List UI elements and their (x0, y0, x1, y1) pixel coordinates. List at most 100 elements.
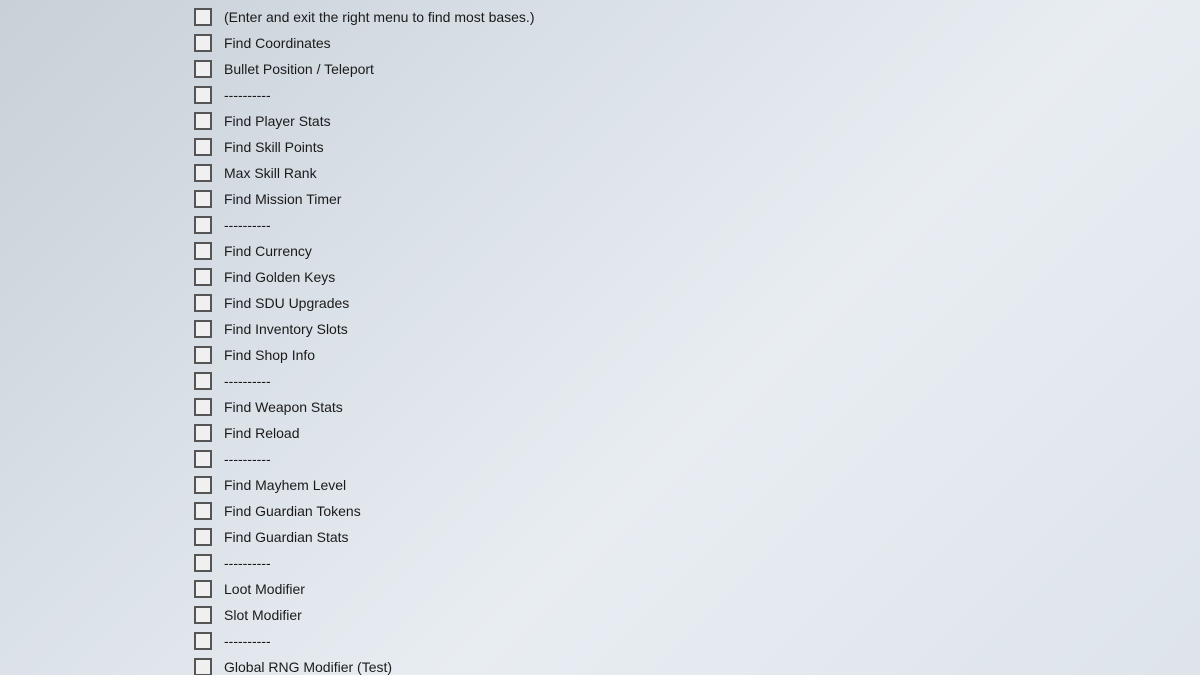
separator-checkbox[interactable] (194, 450, 212, 468)
item-checkbox[interactable] (194, 268, 212, 286)
item-checkbox[interactable] (194, 242, 212, 260)
item-checkbox[interactable] (194, 346, 212, 364)
checkbox-area (0, 658, 220, 675)
list-row: Find Guardian Tokens </div> (0, 498, 1200, 524)
item-label: Find Inventory Slots (220, 321, 1080, 337)
checkbox-area (0, 268, 220, 286)
separator-checkbox-area (0, 450, 220, 468)
separator-row: ---------- (0, 446, 1200, 472)
list-row: Find Player Stats </div> (0, 108, 1200, 134)
checkbox-area (0, 528, 220, 546)
list-row: Loot Modifier </div> (0, 576, 1200, 602)
separator-checkbox-area (0, 372, 220, 390)
separator-label: ---------- (220, 217, 1200, 233)
item-checkbox[interactable] (194, 424, 212, 442)
checkbox-area (0, 476, 220, 494)
list-row: Bullet Position / Teleport </div> (0, 56, 1200, 82)
item-checkbox[interactable] (194, 658, 212, 675)
item-label: Find Guardian Tokens (220, 503, 1080, 519)
separator-checkbox[interactable] (194, 86, 212, 104)
item-checkbox[interactable] (194, 528, 212, 546)
intro-label: (Enter and exit the right menu to find m… (220, 9, 1200, 25)
separator-label: ---------- (220, 373, 1200, 389)
checkbox-area (0, 502, 220, 520)
item-checkbox[interactable] (194, 138, 212, 156)
item-label: Find Reload (220, 425, 1080, 441)
checkbox-area (0, 294, 220, 312)
list-row: Slot Modifier </div> (0, 602, 1200, 628)
list-row: Find Reload </div> (0, 420, 1200, 446)
separator-row: ---------- (0, 628, 1200, 654)
separator-label: ---------- (220, 555, 1200, 571)
list-row: Global RNG Modifier (Test) </div> (0, 654, 1200, 675)
separator-checkbox[interactable] (194, 632, 212, 650)
separator-checkbox[interactable] (194, 372, 212, 390)
separator-checkbox[interactable] (194, 554, 212, 572)
separator-checkbox-area (0, 216, 220, 234)
list-row: Find Golden Keys </div> (0, 264, 1200, 290)
list-row: Find Guardian Stats </div> (0, 524, 1200, 550)
checkbox-area (0, 424, 220, 442)
item-label: Find Coordinates (220, 35, 1080, 51)
checkbox-area (0, 164, 220, 182)
intro-checkbox[interactable] (194, 8, 212, 26)
item-label: Global RNG Modifier (Test) (220, 659, 1080, 675)
separator-label: ---------- (220, 451, 1200, 467)
main-container: (Enter and exit the right menu to find m… (0, 0, 1200, 675)
item-checkbox[interactable] (194, 606, 212, 624)
separator-row: ---------- (0, 550, 1200, 576)
separator-checkbox[interactable] (194, 216, 212, 234)
list-row: Find Skill Points </div> (0, 134, 1200, 160)
item-checkbox[interactable] (194, 112, 212, 130)
item-label: Find Golden Keys (220, 269, 1080, 285)
item-label: Find Shop Info (220, 347, 1080, 363)
item-checkbox[interactable] (194, 164, 212, 182)
list-row: Find SDU Upgrades </div> (0, 290, 1200, 316)
list-row: Find Currency </div> (0, 238, 1200, 264)
checkbox-area (0, 346, 220, 364)
checkbox-area (0, 242, 220, 260)
checkbox-area (0, 190, 220, 208)
list-row: Find Weapon Stats </div> (0, 394, 1200, 420)
checkbox-area (0, 112, 220, 130)
separator-checkbox-area (0, 632, 220, 650)
list-row: Find Mayhem Level </div> (0, 472, 1200, 498)
list-row: Find Coordinates </div> (0, 30, 1200, 56)
item-label: Loot Modifier (220, 581, 1080, 597)
separator-label: ---------- (220, 633, 1200, 649)
item-checkbox[interactable] (194, 60, 212, 78)
checkbox-area (0, 580, 220, 598)
item-label: Find Skill Points (220, 139, 1080, 155)
separator-row: ---------- (0, 212, 1200, 238)
separator-checkbox-area (0, 554, 220, 572)
separator-row: ---------- (0, 82, 1200, 108)
item-label: Bullet Position / Teleport (220, 61, 1080, 77)
list-row: Find Inventory Slots </div> (0, 316, 1200, 342)
item-checkbox[interactable] (194, 502, 212, 520)
list-row: Find Shop Info </div> (0, 342, 1200, 368)
item-checkbox[interactable] (194, 476, 212, 494)
checkbox-area (0, 320, 220, 338)
checkbox-area (0, 34, 220, 52)
item-label: Find Weapon Stats (220, 399, 1080, 415)
item-label: Find Player Stats (220, 113, 1080, 129)
separator-row: ---------- (0, 368, 1200, 394)
item-label: Find Guardian Stats (220, 529, 1080, 545)
intro-checkbox-area (0, 8, 220, 26)
item-label: Find Currency (220, 243, 1080, 259)
item-checkbox[interactable] (194, 398, 212, 416)
item-checkbox[interactable] (194, 580, 212, 598)
checkbox-area (0, 138, 220, 156)
list-row: Max Skill Rank </div> (0, 160, 1200, 186)
item-checkbox[interactable] (194, 190, 212, 208)
item-label: Max Skill Rank (220, 165, 1080, 181)
item-checkbox[interactable] (194, 294, 212, 312)
list-row: Find Mission Timer </div> (0, 186, 1200, 212)
item-label: Slot Modifier (220, 607, 1080, 623)
item-checkbox[interactable] (194, 34, 212, 52)
separator-label: ---------- (220, 87, 1200, 103)
item-label: Find Mission Timer (220, 191, 1080, 207)
item-checkbox[interactable] (194, 320, 212, 338)
separator-checkbox-area (0, 86, 220, 104)
checkbox-area (0, 606, 220, 624)
